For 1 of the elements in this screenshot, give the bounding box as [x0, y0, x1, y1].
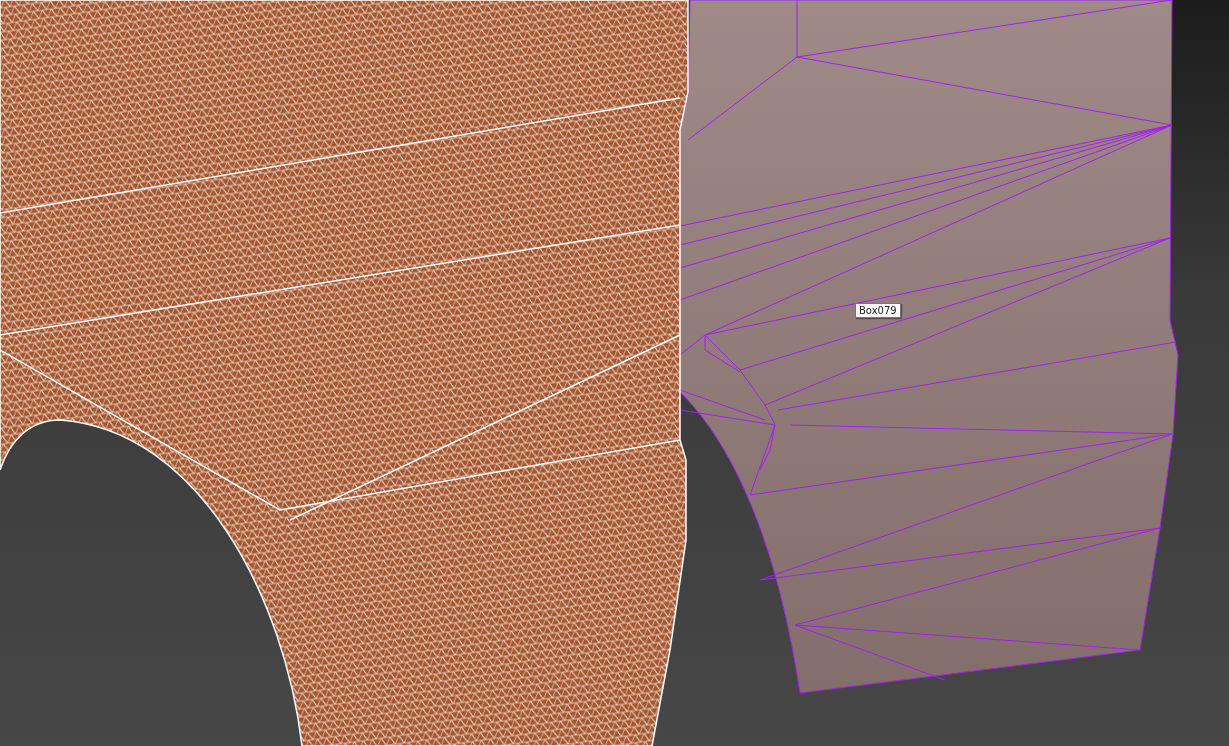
object-name-label: Box079 — [855, 303, 901, 318]
